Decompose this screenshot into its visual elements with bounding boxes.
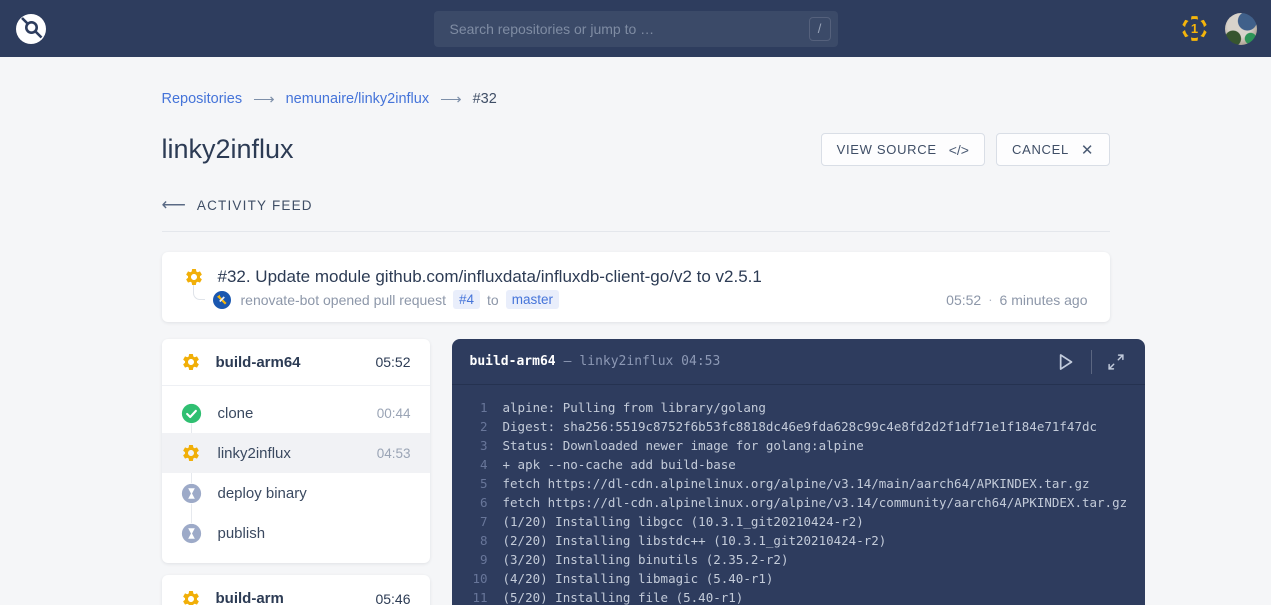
navbar: / 1 [0,0,1271,57]
pipeline-name: build-arm [216,590,284,605]
pipeline-header-build-arm64[interactable]: build-arm64 05:52 [162,339,430,386]
step-linky2influx[interactable]: linky2influx 04:53 [162,433,430,473]
branch-badge[interactable]: master [506,290,559,309]
back-to-activity-feed-link[interactable]: ⟵ ACTIVITY FEED [162,195,313,215]
renovate-bot-avatar [213,291,231,309]
build-activity-card[interactable]: #32. Update module github.com/influxdata… [162,252,1110,322]
log-line: 4+ apk --no-cache add build-base [470,455,1128,474]
log-line: 1alpine: Pulling from library/golang [470,398,1128,417]
view-source-button[interactable]: VIEW SOURCE </> [821,133,985,166]
breadcrumb-build-number: #32 [473,91,497,107]
step-label: linky2influx [218,445,291,462]
follow-logs-play-icon[interactable] [1052,349,1078,375]
pipeline-time: 05:52 [375,354,410,370]
pending-hourglass-icon [181,523,202,544]
log-line: 5fetch https://dl-cdn.alpinelinux.org/al… [470,474,1128,493]
log-pipeline-name: build-arm64 [470,354,556,369]
pipelines-sidebar: build-arm64 05:52 clone 00:44 [162,339,430,605]
pipeline-name: build-arm64 [216,354,301,371]
search-shortcut-key: / [809,17,831,41]
success-check-icon [181,403,202,424]
step-label: deploy binary [218,485,307,502]
dot-separator: · [988,292,992,307]
back-arrow-icon: ⟵ [162,195,186,215]
step-label: publish [218,525,266,542]
divider [1091,350,1092,374]
steps-list: clone 00:44 linky2influx 04:53 [162,386,430,563]
activity-ago: 6 minutes ago [1000,292,1088,308]
log-line: 10(4/20) Installing libmagic (5.40-r1) [470,569,1128,588]
step-publish[interactable]: publish [162,513,430,553]
back-label: ACTIVITY FEED [197,198,313,213]
expand-fullscreen-icon[interactable] [1105,351,1127,373]
pending-hourglass-icon [181,483,202,504]
notification-gear-icon[interactable]: 1 [1179,13,1210,44]
log-step-and-time: linky2influx 04:53 [579,354,720,369]
log-separator: – [564,354,572,369]
running-gear-icon [184,267,204,287]
search-bar: / [434,11,838,47]
log-output: 1alpine: Pulling from library/golang 2Di… [452,385,1146,605]
breadcrumb-arrow-icon: ⟶ [440,90,462,108]
log-line: 8(2/20) Installing libstdc++ (10.3.1_git… [470,531,1128,550]
step-time: 00:44 [377,406,411,421]
log-line: 9(3/20) Installing binutils (2.35.2-r2) [470,550,1128,569]
breadcrumb-repositories[interactable]: Repositories [162,91,243,107]
woodpecker-logo-icon[interactable] [14,12,48,46]
activity-title: #32. Update module github.com/influxdata… [218,267,762,287]
activity-time: 05:52 [946,292,981,308]
step-label: clone [218,405,254,422]
close-icon: ✕ [1081,141,1094,159]
pipeline-card-build-arm64: build-arm64 05:52 clone 00:44 [162,339,430,563]
code-icon: </> [949,142,969,158]
running-gear-icon [181,443,202,464]
user-avatar[interactable] [1225,13,1257,45]
breadcrumb-arrow-icon: ⟶ [253,90,275,108]
log-line: 3Status: Downloaded newer image for gola… [470,436,1128,455]
log-line: 7(1/20) Installing libgcc (10.3.1_git202… [470,512,1128,531]
log-header: build-arm64 – linky2influx 04:53 [452,339,1146,385]
to-label: to [487,292,499,308]
pipeline-time: 05:46 [375,591,410,605]
step-clone[interactable]: clone 00:44 [162,393,430,433]
connector-line [193,285,205,300]
page-title: linky2influx [162,134,294,165]
pipeline-card-build-arm: build-arm 05:46 [162,575,430,605]
notification-count: 1 [1179,13,1210,44]
cancel-button[interactable]: CANCEL ✕ [996,133,1110,166]
log-line: 11(5/20) Installing file (5.40-r1) [470,588,1128,605]
step-time: 04:53 [377,446,411,461]
view-source-label: VIEW SOURCE [837,142,937,157]
step-deploy-binary[interactable]: deploy binary [162,473,430,513]
pull-request-badge[interactable]: #4 [453,290,480,309]
pipeline-header-build-arm[interactable]: build-arm 05:46 [162,575,430,605]
log-line: 6fetch https://dl-cdn.alpinelinux.org/al… [470,493,1128,512]
log-line: 2Digest: sha256:5519c8752f6b53fc8818dc46… [470,417,1128,436]
cancel-label: CANCEL [1012,142,1069,157]
log-panel: build-arm64 – linky2influx 04:53 [452,339,1146,605]
search-input[interactable] [434,11,838,47]
running-gear-icon [181,352,201,372]
breadcrumb-repo[interactable]: nemunaire/linky2influx [286,91,429,107]
breadcrumb: Repositories ⟶ nemunaire/linky2influx ⟶ … [162,90,1110,108]
divider [162,231,1110,232]
running-gear-icon [181,589,201,605]
activity-actor-text: renovate-bot opened pull request [241,292,446,308]
